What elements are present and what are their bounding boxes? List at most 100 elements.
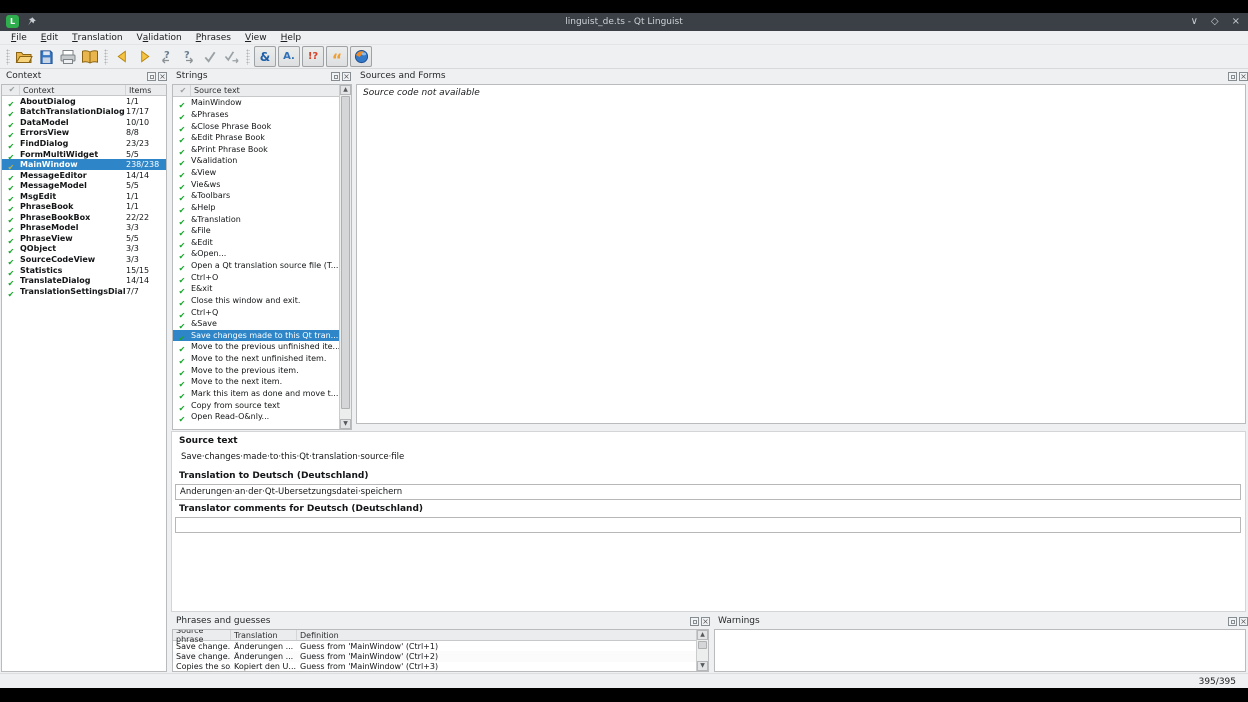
sources-close-button[interactable]: × xyxy=(1239,72,1248,81)
open-button[interactable] xyxy=(13,46,35,67)
context-row[interactable]: ✔ TranslateDialog 14/14 xyxy=(2,275,166,286)
string-row[interactable]: ✔ Open a Qt translation source file (T..… xyxy=(173,260,351,272)
translation-column-header[interactable]: Translation xyxy=(231,630,297,640)
guess-row[interactable]: Save change... Änderungen ... Guess from… xyxy=(173,651,708,661)
string-row[interactable]: ✔ &Translation xyxy=(173,213,351,225)
items-column-header[interactable]: Items xyxy=(126,85,166,95)
string-row[interactable]: ✔ &Save xyxy=(173,318,351,330)
warnings-close-button[interactable]: × xyxy=(1239,617,1248,626)
string-row[interactable]: ✔ Save changes made to this Qt tran... xyxy=(173,330,351,342)
strings-scrollbar[interactable]: ▲ ▼ xyxy=(339,85,351,429)
scroll-up-button[interactable]: ▲ xyxy=(697,630,708,640)
minimize-button[interactable]: ∨ xyxy=(1191,17,1198,27)
string-row[interactable]: ✔ Move to the previous item. xyxy=(173,364,351,376)
string-row[interactable]: ✔ Move to the next unfinished item. xyxy=(173,353,351,365)
string-row[interactable]: ✔ E&xit xyxy=(173,283,351,295)
print-button[interactable] xyxy=(57,46,79,67)
toolbar-drag-handle[interactable] xyxy=(6,49,10,65)
string-row[interactable]: ✔ &View xyxy=(173,167,351,179)
strings-close-button[interactable]: × xyxy=(342,72,351,81)
phrase-matches-toggle[interactable]: !? xyxy=(302,46,324,67)
string-row[interactable]: ✔ &File xyxy=(173,225,351,237)
context-row[interactable]: ✔ BatchTranslationDialog 17/17 xyxy=(2,107,166,118)
string-row[interactable]: ✔ &Toolbars xyxy=(173,190,351,202)
source-text-column-header[interactable]: Source text xyxy=(191,85,351,96)
string-row[interactable]: ✔ Close this window and exit. xyxy=(173,295,351,307)
translation-input[interactable] xyxy=(175,484,1241,500)
context-row[interactable]: ✔ SourceCodeView 3/3 xyxy=(2,254,166,265)
context-row[interactable]: ✔ FindDialog 23/23 xyxy=(2,138,166,149)
scroll-down-button[interactable]: ▼ xyxy=(340,419,351,429)
string-row[interactable]: ✔ &Edit xyxy=(173,237,351,249)
accelerators-toggle[interactable]: & xyxy=(254,46,276,67)
context-row[interactable]: ✔ TranslationSettingsDialog 7/7 xyxy=(2,286,166,297)
toolbar-drag-handle[interactable] xyxy=(246,49,250,65)
menu-file[interactable]: File xyxy=(4,31,34,45)
phrases-float-button[interactable] xyxy=(690,617,699,626)
context-row[interactable]: ✔ PhraseBook 1/1 xyxy=(2,201,166,212)
string-row[interactable]: ✔ Open Read-O&nly... xyxy=(173,411,351,423)
context-row[interactable]: ✔ PhraseBookBox 22/22 xyxy=(2,212,166,223)
next-button[interactable] xyxy=(133,46,155,67)
guess-row[interactable]: Save change... Änderungen ... Guess from… xyxy=(173,641,708,651)
phrases-dock-title[interactable]: Phrases and guesses xyxy=(176,616,270,626)
context-dock-title[interactable]: Context xyxy=(6,71,41,81)
place-marker-quotes-toggle[interactable]: “ xyxy=(326,46,348,67)
menu-validation[interactable]: Validation xyxy=(130,31,189,45)
phrases-scrollbar[interactable]: ▲ ▼ xyxy=(696,630,708,671)
save-button[interactable] xyxy=(35,46,57,67)
context-row[interactable]: ✔ MsgEdit 1/1 xyxy=(2,191,166,202)
context-row[interactable]: ✔ MessageModel 5/5 xyxy=(2,180,166,191)
sources-float-button[interactable] xyxy=(1228,72,1237,81)
guess-row[interactable]: Copies the so... Kopiert den U... Guess … xyxy=(173,662,708,672)
done-and-next-button[interactable] xyxy=(221,46,243,67)
source-phrase-column-header[interactable]: Source phrase xyxy=(173,630,231,640)
string-row[interactable]: ✔ &Open... xyxy=(173,248,351,260)
menu-edit[interactable]: Edit xyxy=(34,31,65,45)
string-row[interactable]: ✔ Ctrl+Q xyxy=(173,306,351,318)
context-row[interactable]: ✔ PhraseModel 3/3 xyxy=(2,223,166,234)
string-row[interactable]: ✔ Move to the previous unfinished ite... xyxy=(173,341,351,353)
scroll-up-button[interactable]: ▲ xyxy=(340,85,351,95)
phrase-book-button[interactable] xyxy=(79,46,101,67)
string-row[interactable]: ✔ Vie&ws xyxy=(173,178,351,190)
titlebar[interactable]: L linguist_de.ts - Qt Linguist ∨ ◇ × xyxy=(0,13,1248,31)
sources-dock-title[interactable]: Sources and Forms xyxy=(360,71,446,81)
context-row[interactable]: ✔ DataModel 10/10 xyxy=(2,117,166,128)
scroll-down-button[interactable]: ▼ xyxy=(697,661,708,671)
string-row[interactable]: ✔ V&alidation xyxy=(173,155,351,167)
menu-phrases[interactable]: Phrases xyxy=(189,31,238,45)
scroll-handle[interactable] xyxy=(698,641,707,649)
prev-button[interactable] xyxy=(111,46,133,67)
context-row[interactable]: ✔ QObject 3/3 xyxy=(2,244,166,255)
warnings-float-button[interactable] xyxy=(1228,617,1237,626)
string-row[interactable]: ✔ Mark this item as done and move t... xyxy=(173,388,351,400)
context-float-button[interactable] xyxy=(147,72,156,81)
context-row[interactable]: ✔ Statistics 15/15 xyxy=(2,265,166,276)
close-button[interactable]: × xyxy=(1232,17,1240,27)
context-column-header[interactable]: Context xyxy=(20,85,126,95)
done-button[interactable] xyxy=(199,46,221,67)
strings-dock-title[interactable]: Strings xyxy=(176,71,208,81)
prev-unfinished-button[interactable]: ? xyxy=(155,46,177,67)
context-row[interactable]: ✔ MessageEditor 14/14 xyxy=(2,170,166,181)
string-row[interactable]: ✔ Copy from source text xyxy=(173,399,351,411)
phrases-close-button[interactable]: × xyxy=(701,617,710,626)
string-row[interactable]: ✔ &Print Phrase Book xyxy=(173,144,351,156)
warnings-dock-title[interactable]: Warnings xyxy=(718,616,760,626)
context-close-button[interactable]: × xyxy=(158,72,167,81)
context-row[interactable]: ✔ AboutDialog 1/1 xyxy=(2,96,166,107)
context-row[interactable]: ✔ PhraseView 5/5 xyxy=(2,233,166,244)
string-row[interactable]: ✔ &Help xyxy=(173,202,351,214)
translator-comments-input[interactable] xyxy=(175,517,1241,533)
strings-float-button[interactable] xyxy=(331,72,340,81)
ending-punctuation-toggle[interactable]: A. xyxy=(278,46,300,67)
context-row[interactable]: ✔ MainWindow 238/238 xyxy=(2,159,166,170)
string-row[interactable]: ✔ &Edit Phrase Book xyxy=(173,132,351,144)
context-row[interactable]: ✔ FormMultiWidget 5/5 xyxy=(2,149,166,160)
menu-help[interactable]: Help xyxy=(274,31,309,45)
string-row[interactable]: ✔ &Phrases xyxy=(173,109,351,121)
menu-view[interactable]: View xyxy=(238,31,274,45)
string-row[interactable]: ✔ Move to the next item. xyxy=(173,376,351,388)
next-unfinished-button[interactable]: ? xyxy=(177,46,199,67)
